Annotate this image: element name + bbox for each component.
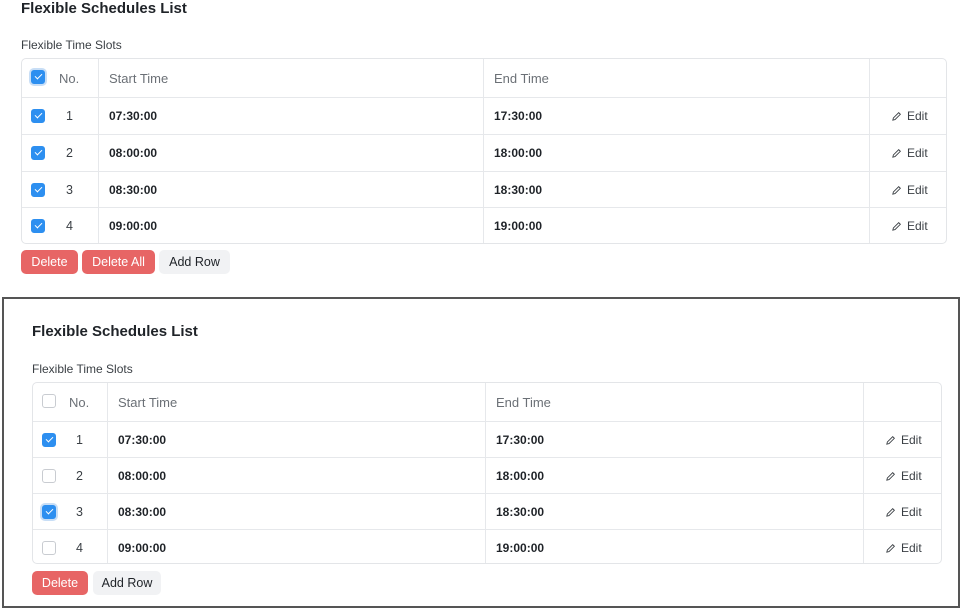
- row-checkbox[interactable]: [42, 469, 56, 483]
- end-time-value[interactable]: 18:30:00: [496, 505, 544, 519]
- pencil-icon: [886, 543, 895, 553]
- column-header-no: No.: [69, 394, 90, 410]
- pencil-icon: [892, 111, 901, 121]
- start-time-value[interactable]: 08:00:00: [109, 146, 157, 160]
- table-header: No. Start Time End Time: [22, 59, 946, 97]
- edit-label: Edit: [901, 505, 922, 519]
- edit-label: Edit: [901, 433, 922, 447]
- edit-row-button[interactable]: Edit: [885, 541, 922, 555]
- table-row: 2 08:00:00 18:00:00 Edit: [33, 457, 941, 493]
- add-row-button[interactable]: Add Row: [159, 250, 230, 274]
- edit-label: Edit: [907, 146, 928, 160]
- pencil-icon: [886, 507, 895, 517]
- start-time-value[interactable]: 07:30:00: [109, 109, 157, 123]
- row-number: 4: [76, 540, 83, 555]
- row-checkbox[interactable]: [42, 541, 56, 555]
- add-row-button[interactable]: Add Row: [93, 571, 161, 595]
- end-time-value[interactable]: 18:30:00: [494, 183, 542, 197]
- row-checkbox[interactable]: [42, 505, 56, 519]
- row-number: 1: [66, 109, 73, 123]
- row-number: 3: [76, 504, 83, 519]
- row-checkbox[interactable]: [31, 146, 45, 160]
- end-time-value[interactable]: 18:00:00: [494, 146, 542, 160]
- time-slots-table: No. Start Time End Time 1 07:30:00 17:30…: [21, 58, 947, 244]
- row-number: 4: [66, 219, 73, 233]
- page-title: Flexible Schedules List: [32, 323, 198, 340]
- table-row: 4 09:00:00 19:00:00 Edit: [22, 207, 946, 243]
- edit-row-button[interactable]: Edit: [891, 109, 928, 123]
- column-header-end-time: End Time: [494, 70, 549, 86]
- table-header: No. Start Time End Time: [33, 383, 941, 421]
- table-row: 1 07:30:00 17:30:00 Edit: [22, 97, 946, 134]
- start-time-value[interactable]: 08:00:00: [118, 469, 166, 483]
- delete-button[interactable]: Delete: [21, 250, 78, 274]
- select-all-checkbox[interactable]: [31, 70, 45, 84]
- row-checkbox[interactable]: [31, 183, 45, 197]
- schedule-panel-top: Flexible Schedules List Flexible Time Sl…: [0, 0, 962, 296]
- end-time-value[interactable]: 19:00:00: [494, 219, 542, 233]
- delete-all-button[interactable]: Delete All: [82, 250, 155, 274]
- edit-row-button[interactable]: Edit: [891, 183, 928, 197]
- table-row: 1 07:30:00 17:30:00 Edit: [33, 421, 941, 457]
- end-time-value[interactable]: 17:30:00: [494, 109, 542, 123]
- edit-row-button[interactable]: Edit: [885, 469, 922, 483]
- edit-row-button[interactable]: Edit: [885, 433, 922, 447]
- edit-row-button[interactable]: Edit: [891, 219, 928, 233]
- select-all-checkbox[interactable]: [42, 394, 56, 408]
- page-title: Flexible Schedules List: [21, 0, 187, 17]
- column-header-no: No.: [59, 70, 80, 86]
- start-time-value[interactable]: 09:00:00: [118, 541, 166, 555]
- pencil-icon: [886, 435, 895, 445]
- start-time-value[interactable]: 07:30:00: [118, 433, 166, 447]
- section-label: Flexible Time Slots: [32, 362, 133, 376]
- table-row: 3 08:30:00 18:30:00 Edit: [33, 493, 941, 529]
- row-number: 3: [66, 183, 73, 197]
- row-checkbox[interactable]: [42, 433, 56, 447]
- edit-label: Edit: [901, 469, 922, 483]
- table-row: 3 08:30:00 18:30:00 Edit: [22, 171, 946, 208]
- edit-label: Edit: [901, 541, 922, 555]
- start-time-value[interactable]: 09:00:00: [109, 219, 157, 233]
- section-label: Flexible Time Slots: [21, 38, 122, 52]
- row-checkbox[interactable]: [31, 219, 45, 233]
- start-time-value[interactable]: 08:30:00: [118, 505, 166, 519]
- schedule-panel-bottom: Flexible Schedules List Flexible Time Sl…: [2, 297, 960, 608]
- row-number: 1: [76, 432, 83, 447]
- edit-row-button[interactable]: Edit: [885, 505, 922, 519]
- pencil-icon: [892, 185, 901, 195]
- column-header-end-time: End Time: [496, 394, 551, 410]
- table-row: 4 09:00:00 19:00:00 Edit: [33, 529, 941, 563]
- column-header-start-time: Start Time: [118, 394, 178, 410]
- edit-label: Edit: [907, 109, 928, 123]
- row-number: 2: [66, 146, 73, 160]
- table-row: 2 08:00:00 18:00:00 Edit: [22, 134, 946, 171]
- start-time-value[interactable]: 08:30:00: [109, 183, 157, 197]
- pencil-icon: [886, 471, 895, 481]
- column-header-start-time: Start Time: [109, 70, 169, 86]
- edit-label: Edit: [907, 219, 928, 233]
- edit-label: Edit: [907, 183, 928, 197]
- row-number: 2: [76, 468, 83, 483]
- edit-row-button[interactable]: Edit: [891, 146, 928, 160]
- time-slots-table: No. Start Time End Time 1 07:30:00 17:30…: [32, 382, 942, 564]
- pencil-icon: [892, 148, 901, 158]
- delete-button[interactable]: Delete: [32, 571, 88, 595]
- end-time-value[interactable]: 18:00:00: [496, 469, 544, 483]
- end-time-value[interactable]: 19:00:00: [496, 541, 544, 555]
- row-checkbox[interactable]: [31, 109, 45, 123]
- pencil-icon: [892, 221, 901, 231]
- end-time-value[interactable]: 17:30:00: [496, 433, 544, 447]
